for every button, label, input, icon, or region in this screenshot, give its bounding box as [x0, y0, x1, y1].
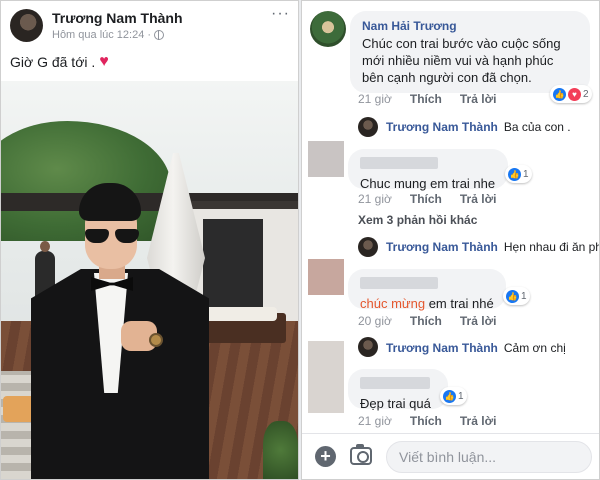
comment-text-wrap: chúc mừng em trai nhé: [360, 295, 494, 312]
reaction-summary[interactable]: 👍 1: [503, 287, 530, 305]
reply-item: Trương Nam Thành Hẹn nhau đi ăn ph...: [386, 240, 599, 254]
more-options-icon[interactable]: ···: [271, 5, 290, 23]
reply-text: Cảm ơn chị: [503, 341, 566, 355]
view-more-replies[interactable]: Xem 3 phản hồi khác: [358, 213, 477, 227]
reply-text: Ba của con .: [503, 120, 571, 134]
blurred-author-name: [360, 277, 438, 289]
reply-link[interactable]: Trả lời: [460, 192, 497, 206]
commenter-avatar[interactable]: [308, 259, 344, 295]
photo-plant: [263, 421, 298, 479]
comment-bubble: Đẹp trai quá: [348, 369, 448, 411]
comments-panel: Nam Hải Trương Chúc con trai bước vào cu…: [302, 1, 599, 479]
reply-item: Trương Nam Thành Cảm ơn chị: [386, 341, 566, 355]
comment-meta: 21 giờ Thích Trả lời: [358, 92, 496, 106]
comment-text: em trai nhé: [425, 296, 494, 311]
comment-input[interactable]: Viết bình luận...: [386, 441, 592, 473]
globe-icon: [154, 30, 165, 40]
reaction-count: 1: [521, 290, 527, 302]
reply-avatar[interactable]: [358, 117, 378, 137]
comment-time: 21 giờ: [358, 192, 392, 206]
reaction-count: 1: [523, 168, 529, 180]
blurred-author-name: [360, 157, 438, 169]
plus-icon[interactable]: +: [315, 446, 336, 467]
post-author-name[interactable]: Trương Nam Thành: [52, 10, 183, 26]
comment-bubble: Chuc mung em trai nhe: [348, 149, 508, 191]
comment-time: 21 giờ: [358, 414, 392, 428]
reply-avatar[interactable]: [358, 237, 378, 257]
comment-composer: + Viết bình luận...: [302, 433, 599, 479]
caption-text: Giờ G đã tới .: [10, 54, 96, 70]
commenter-avatar[interactable]: [308, 341, 344, 413]
man-hair: [79, 183, 141, 221]
commenter-avatar[interactable]: [310, 11, 346, 47]
reply-link[interactable]: Trả lời: [460, 414, 497, 428]
post-time-text: Hôm qua lúc 12:24 ·: [52, 29, 152, 41]
photo-man: [31, 181, 211, 479]
reply-item: Trương Nam Thành Ba của con .: [386, 120, 571, 134]
comment-author[interactable]: Nam Hải Trương: [362, 18, 578, 35]
thumbs-up-icon: 👍: [553, 87, 566, 101]
man-sunglasses: [83, 229, 141, 243]
like-link[interactable]: Thích: [410, 192, 442, 206]
post-timestamp[interactable]: Hôm qua lúc 12:24 ·: [52, 29, 165, 41]
like-link[interactable]: Thích: [410, 414, 442, 428]
reply-text: Hẹn nhau đi ăn ph...: [503, 240, 599, 254]
thumbs-up-icon: 👍: [508, 167, 521, 181]
comment-meta: 21 giờ Thích Trả lời: [358, 192, 496, 206]
comment-bubble: Nam Hải Trương Chúc con trai bước vào cu…: [350, 11, 590, 93]
camera-icon[interactable]: [350, 444, 372, 465]
reply-author[interactable]: Trương Nam Thành: [386, 120, 498, 134]
like-link[interactable]: Thích: [410, 92, 442, 106]
comment-meta: 20 giờ Thích Trả lời: [358, 314, 496, 328]
highlighted-text: chúc mừng: [360, 296, 426, 311]
thumbs-up-icon: 👍: [506, 289, 519, 303]
comment-time: 21 giờ: [358, 92, 392, 106]
reply-author[interactable]: Trương Nam Thành: [386, 341, 498, 355]
man-watch: [149, 333, 163, 347]
post-panel: Trương Nam Thành Hôm qua lúc 12:24 · ···…: [1, 1, 298, 479]
reply-avatar[interactable]: [358, 337, 378, 357]
heart-icon: ♥: [568, 87, 581, 101]
reaction-count: 2: [583, 88, 589, 100]
reply-link[interactable]: Trả lời: [460, 314, 497, 328]
reaction-summary[interactable]: 👍 1: [440, 387, 467, 405]
comment-meta: 21 giờ Thích Trả lời: [358, 414, 496, 428]
post-photo[interactable]: [1, 81, 298, 479]
comment-bubble: chúc mừng em trai nhé: [348, 269, 506, 312]
reaction-summary[interactable]: 👍 ♥ 2: [550, 85, 592, 103]
reaction-count: 1: [458, 390, 464, 402]
comment-text: Đẹp trai quá: [360, 396, 431, 411]
commenter-avatar[interactable]: [308, 141, 344, 177]
like-link[interactable]: Thích: [410, 314, 442, 328]
reply-link[interactable]: Trả lời: [460, 92, 497, 106]
comment-text: Chuc mung em trai nhe: [360, 176, 496, 191]
thumbs-up-icon: 👍: [443, 389, 456, 403]
author-avatar[interactable]: [10, 9, 43, 42]
heart-icon: ♥: [99, 53, 109, 70]
reply-author[interactable]: Trương Nam Thành: [386, 240, 498, 254]
blurred-author-name: [360, 377, 430, 389]
comment-time: 20 giờ: [358, 314, 392, 328]
comment-text: Chúc con trai bước vào cuộc sống mới nhi…: [362, 36, 561, 85]
post-caption: Giờ G đã tới . ♥: [10, 53, 109, 71]
reaction-summary[interactable]: 👍 1: [505, 165, 532, 183]
